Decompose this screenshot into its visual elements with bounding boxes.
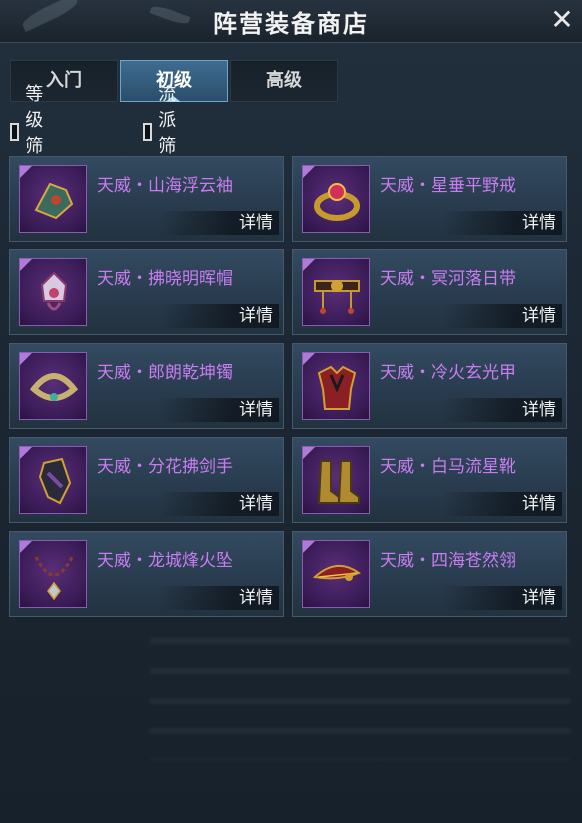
item-name: 天威・郎朗乾坤镯 xyxy=(97,363,233,383)
tab-advanced[interactable]: 高级 xyxy=(230,60,338,102)
background-text-decoration xyxy=(150,620,570,760)
boots-icon xyxy=(302,446,370,514)
school-filter-checkbox[interactable]: 流派筛选 xyxy=(143,84,185,183)
item-card[interactable]: 天威・冷火玄光甲 详情 xyxy=(292,343,567,429)
item-card[interactable]: 天威・龙城烽火坠 详情 xyxy=(9,531,284,617)
close-icon[interactable]: ✕ xyxy=(546,4,578,36)
item-name: 天威・拂晓明晖帽 xyxy=(97,269,233,289)
item-card[interactable]: 天威・四海苍然翎 详情 xyxy=(292,531,567,617)
bracelet-icon xyxy=(19,352,87,420)
item-card[interactable]: 天威・白马流星靴 详情 xyxy=(292,437,567,523)
item-name: 天威・冷火玄光甲 xyxy=(380,363,516,383)
item-card[interactable]: 天威・郎朗乾坤镯 详情 xyxy=(9,343,284,429)
detail-button[interactable]: 详情 xyxy=(442,492,562,516)
item-card[interactable]: 天威・星垂平野戒 详情 xyxy=(292,156,567,242)
item-name: 天威・龙城烽火坠 xyxy=(97,551,233,571)
item-name: 天威・山海浮云袖 xyxy=(97,176,233,196)
item-name: 天威・分花拂剑手 xyxy=(97,457,233,477)
item-card[interactable]: 天威・拂晓明晖帽 详情 xyxy=(9,249,284,335)
detail-button[interactable]: 详情 xyxy=(159,586,279,610)
item-card[interactable]: 天威・山海浮云袖 详情 xyxy=(9,156,284,242)
item-card[interactable]: 天威・分花拂剑手 详情 xyxy=(9,437,284,523)
item-name: 天威・四海苍然翎 xyxy=(380,551,516,571)
item-name: 天威・白马流星靴 xyxy=(380,457,516,477)
checkbox-icon[interactable] xyxy=(143,123,153,141)
detail-button[interactable]: 详情 xyxy=(442,398,562,422)
item-name: 天威・冥河落日带 xyxy=(380,269,516,289)
title-bar: 阵营装备商店 ✕ xyxy=(0,0,582,43)
detail-button[interactable]: 详情 xyxy=(442,586,562,610)
belt-icon xyxy=(302,258,370,326)
ring-icon xyxy=(302,165,370,233)
feather-icon xyxy=(302,540,370,608)
item-name: 天威・星垂平野戒 xyxy=(380,176,516,196)
hat-icon xyxy=(19,258,87,326)
checkbox-icon[interactable] xyxy=(10,123,20,141)
pendant-icon xyxy=(19,540,87,608)
detail-button[interactable]: 详情 xyxy=(159,398,279,422)
detail-button[interactable]: 详情 xyxy=(159,304,279,328)
glove-icon xyxy=(19,446,87,514)
detail-button[interactable]: 详情 xyxy=(159,492,279,516)
detail-button[interactable]: 详情 xyxy=(159,211,279,235)
item-card[interactable]: 天威・冥河落日带 详情 xyxy=(292,249,567,335)
level-filter-checkbox[interactable]: 等级筛选 xyxy=(10,84,52,183)
window-title: 阵营装备商店 xyxy=(213,10,369,38)
detail-button[interactable]: 详情 xyxy=(442,211,562,235)
bracer-icon xyxy=(19,165,87,233)
detail-button[interactable]: 详情 xyxy=(442,304,562,328)
armor-icon xyxy=(302,352,370,420)
